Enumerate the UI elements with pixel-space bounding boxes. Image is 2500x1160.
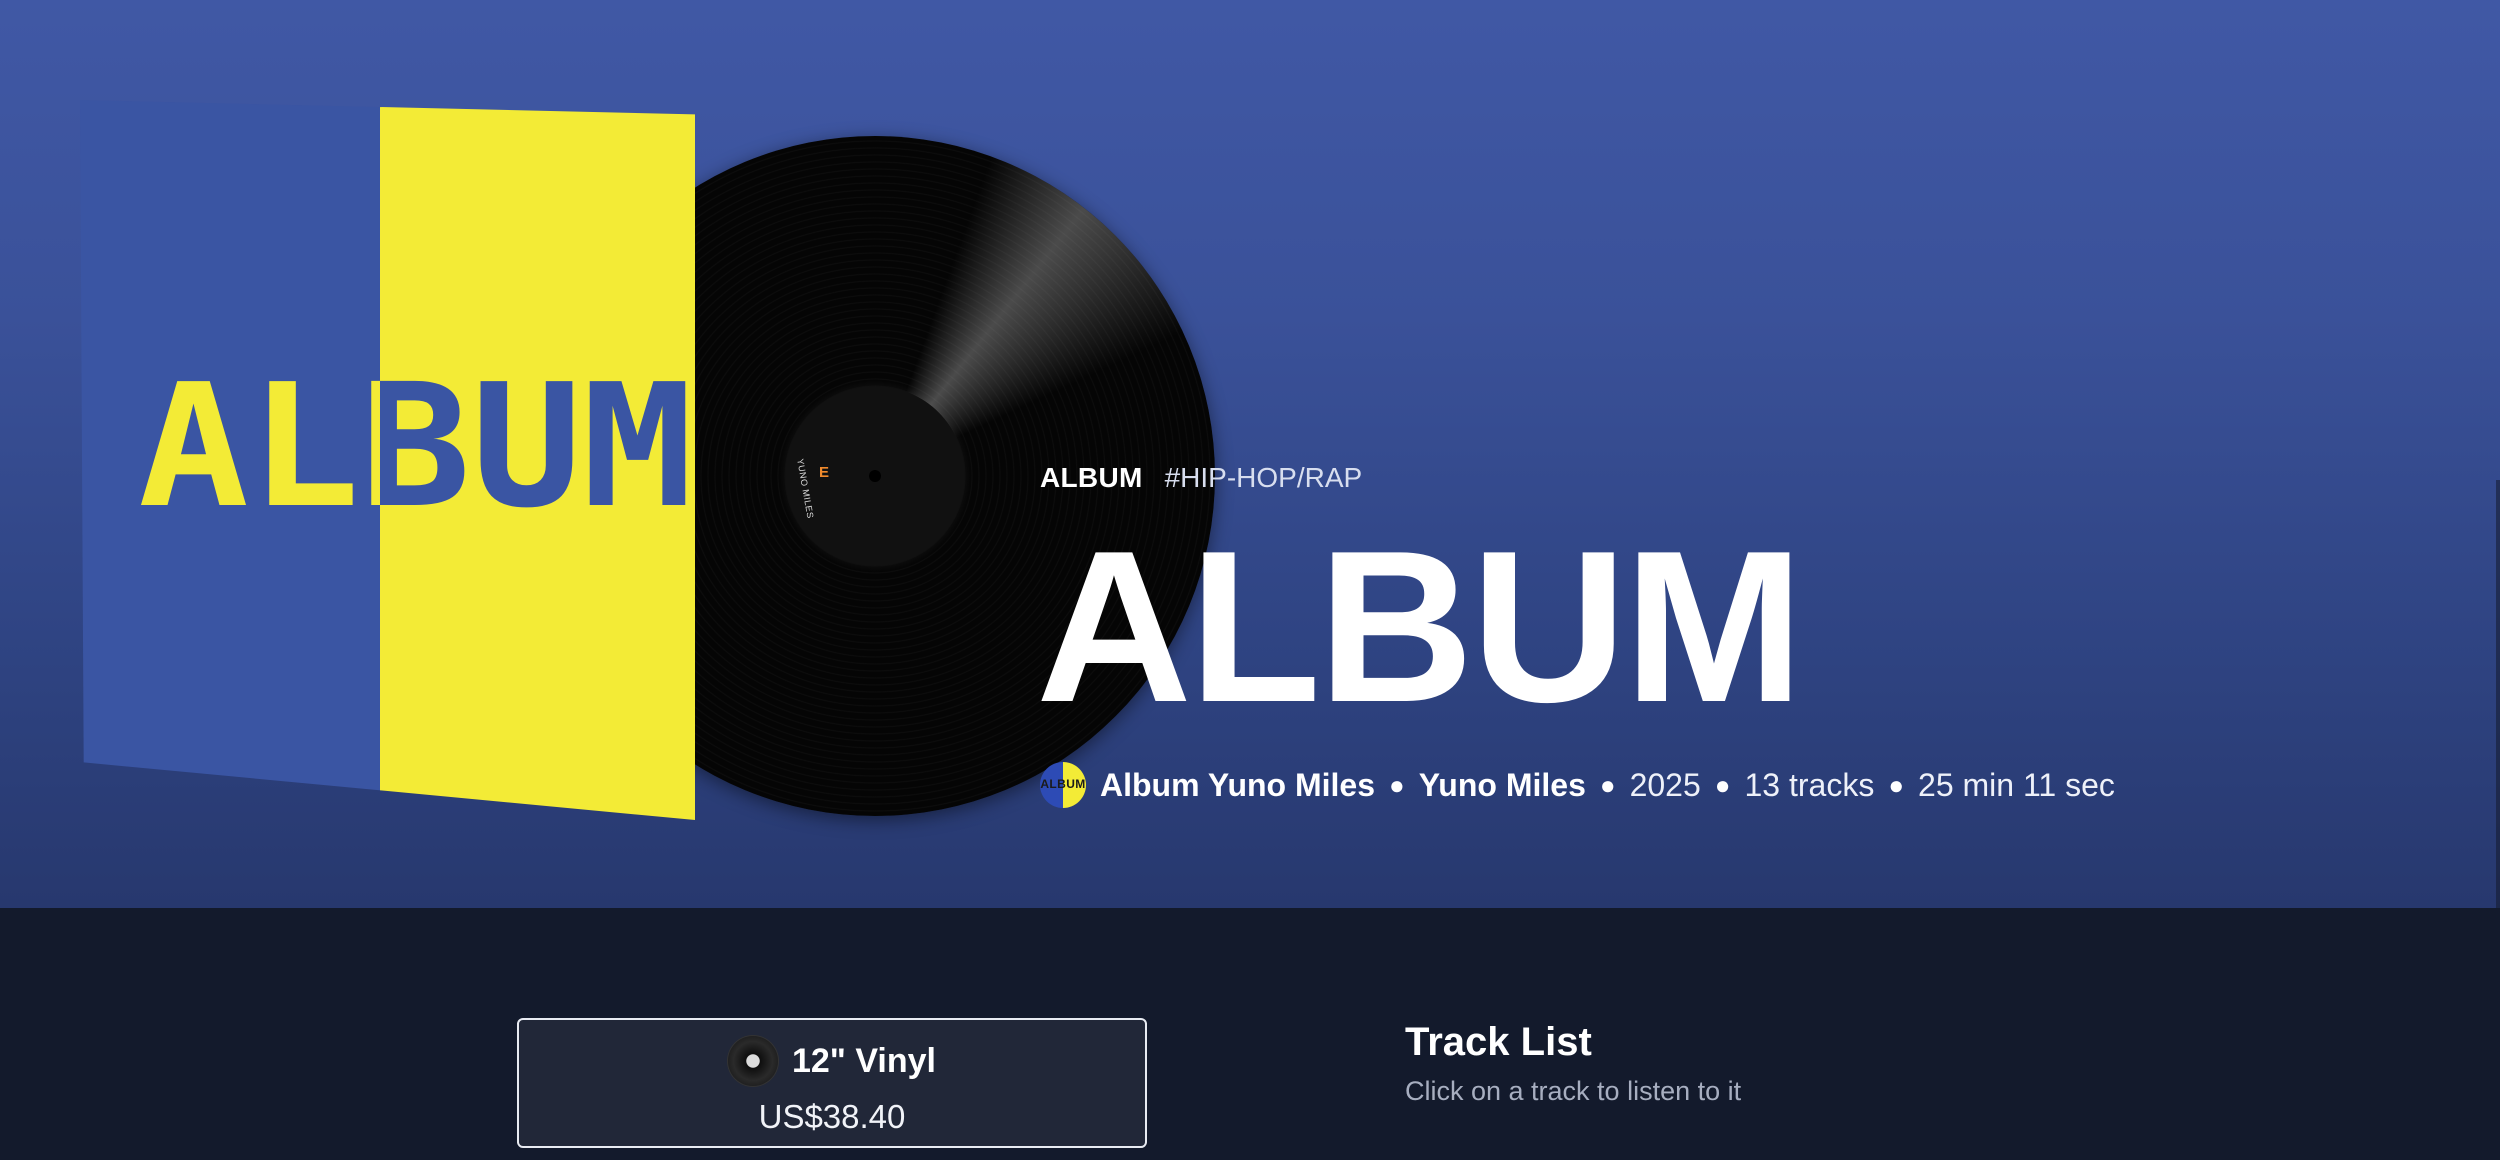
avatar-text: ALBUM — [1040, 777, 1086, 791]
format-price: US$38.40 — [758, 1098, 906, 1135]
album-page: YUNO MILES E ALBUM ALBUM ALBUM #HIP-HOP/… — [0, 0, 2500, 1160]
format-name: 12" Vinyl — [791, 1041, 937, 1080]
format-header: 12" Vinyl — [519, 1036, 1145, 1086]
artist-avatar[interactable]: ALBUM — [1040, 762, 1086, 808]
album-title: ALBUM — [1036, 505, 1804, 747]
vinyl-label-text: YUNO MILES — [795, 458, 816, 520]
album-artist-name: Album Yuno Miles — [1100, 766, 1375, 803]
album-details: ALBUM Album Yuno Miles ● Yuno Miles ● 20… — [1040, 762, 2115, 808]
vinyl-center-label: YUNO MILES E — [785, 386, 965, 566]
album-hero: YUNO MILES E ALBUM ALBUM ALBUM #HIP-HOP/… — [0, 0, 2500, 908]
separator-dot: ● — [1599, 769, 1616, 800]
separator-dot: ● — [1714, 769, 1731, 800]
release-year: 2025 — [1629, 766, 1701, 803]
vinyl-format-button[interactable]: 12" Vinyl US$38.40 — [517, 1018, 1147, 1148]
scrollbar[interactable] — [2496, 480, 2500, 908]
album-duration: 25 min 11 sec — [1918, 766, 2115, 803]
purchase-and-tracks-section: 12" Vinyl US$38.40 Track List Click on a… — [0, 908, 2500, 1160]
genre-tag[interactable]: #HIP-HOP/RAP — [1165, 462, 1363, 494]
vinyl-spindle-hole — [869, 470, 881, 482]
tracklist-header: Track List Click on a track to listen to… — [1405, 1020, 1741, 1107]
separator-dot: ● — [1389, 769, 1405, 800]
album-artwork: YUNO MILES E ALBUM ALBUM — [80, 100, 1215, 840]
album-meta-row: ALBUM #HIP-HOP/RAP — [1040, 462, 1362, 494]
track-count: 13 tracks — [1744, 766, 1875, 803]
artist-link[interactable]: Yuno Miles — [1419, 767, 1586, 804]
album-cover: ALBUM ALBUM — [80, 100, 695, 820]
separator-dot: ● — [1888, 769, 1905, 800]
vinyl-record-icon — [727, 1036, 778, 1086]
cover-title-lettering: ALBUM ALBUM — [138, 355, 693, 525]
release-type-label: ALBUM — [1040, 462, 1143, 493]
tracklist-subtitle: Click on a track to listen to it — [1405, 1076, 1742, 1106]
vinyl-label-logo: E — [819, 464, 830, 481]
tracklist-title: Track List — [1405, 1020, 1592, 1064]
